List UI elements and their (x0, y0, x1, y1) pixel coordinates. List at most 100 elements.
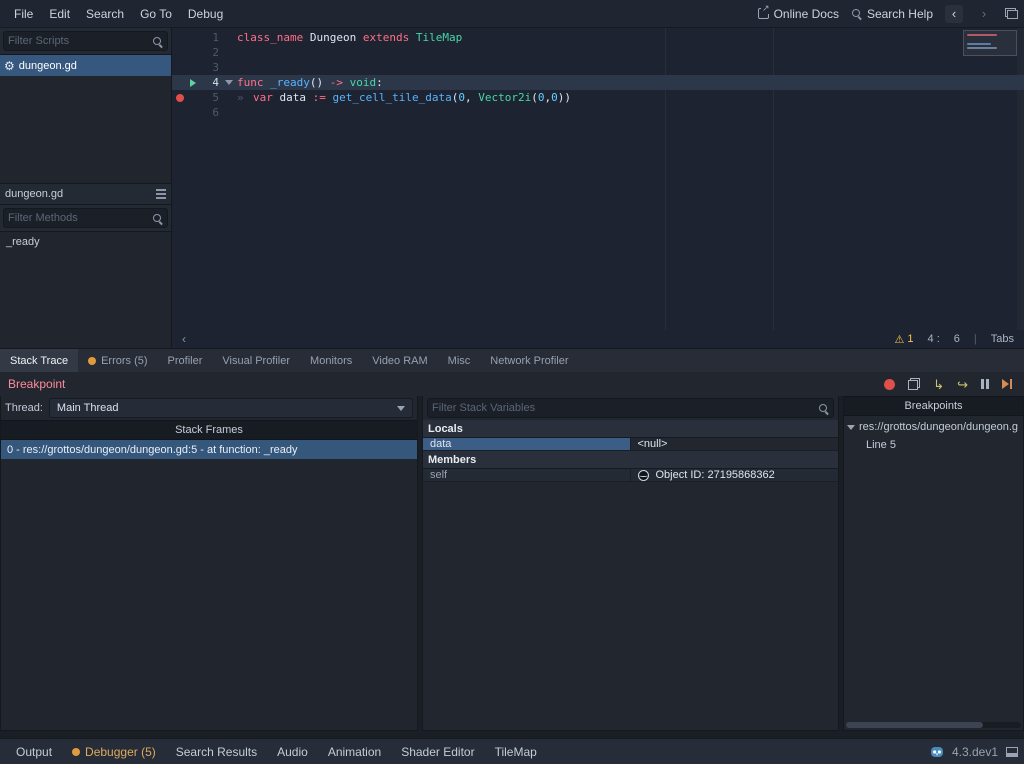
menubar-right: Online Docs Search Help ‹ › (758, 5, 1018, 23)
debugger-tab-errors-5[interactable]: Errors (5) (78, 349, 157, 372)
members-list: selfObject ID: 27195868362 (423, 469, 838, 482)
filter-variables-box (427, 398, 834, 418)
indent-mode[interactable]: Tabs (991, 333, 1014, 345)
filter-variables-row (423, 396, 838, 420)
filter-stack-variables-input[interactable] (432, 402, 816, 414)
breakpoint-file-item[interactable]: res://grottos/dungeon/dungeon.g (844, 418, 1023, 436)
editor-status-right: ⚠ 1 4 : 6 | Tabs (895, 333, 1014, 346)
code-text: class_name Dungeon extends TileMap (237, 30, 462, 45)
tab-label: Visual Profiler (222, 355, 290, 367)
debugger-tab-visual-profiler[interactable]: Visual Profiler (212, 349, 300, 372)
menu-item-go-to[interactable]: Go To (132, 4, 180, 24)
code-token: 0 (458, 91, 465, 104)
breakpoints-hscrollbar[interactable] (846, 722, 1021, 728)
statusbar-right: 4.3.dev1 (930, 745, 1018, 759)
collapse-scripts-arrow[interactable]: ‹ (182, 332, 186, 346)
bottom-panel-debugger-5[interactable]: Debugger (5) (62, 739, 166, 764)
locals-header: Locals (423, 420, 838, 438)
code-line[interactable]: 6 (172, 105, 1024, 120)
history-forward-button[interactable]: › (975, 5, 993, 23)
debugger-tab-monitors[interactable]: Monitors (300, 349, 362, 372)
locals-list: data<null> (423, 438, 838, 451)
debugger-tab-profiler[interactable]: Profiler (158, 349, 213, 372)
editor-minimap[interactable] (963, 30, 1017, 90)
scrollbar-thumb[interactable] (846, 722, 983, 728)
line-number: 1 (199, 30, 220, 45)
code-line[interactable]: 5»var data := get_cell_tile_data(0, Vect… (172, 90, 1024, 105)
menu-item-edit[interactable]: Edit (41, 4, 78, 24)
menu-item-search[interactable]: Search (78, 4, 132, 24)
continue-icon[interactable] (1002, 379, 1012, 389)
online-docs-label: Online Docs (774, 7, 839, 21)
bottom-panel-audio[interactable]: Audio (267, 739, 318, 764)
caret-col: 6 (954, 333, 960, 345)
make-floating-icon[interactable] (1005, 8, 1018, 19)
tab-label: Video RAM (372, 355, 427, 367)
code-token: )) (558, 91, 571, 104)
filter-methods-input[interactable] (8, 212, 150, 224)
bottom-panel-search-results[interactable]: Search Results (166, 739, 267, 764)
menu-item-debug[interactable]: Debug (180, 4, 231, 24)
code-token: 0 (551, 91, 558, 104)
search-help-button[interactable]: Search Help (851, 7, 933, 21)
debugger-toolbar: ↳ ↪ (884, 378, 1016, 391)
script-list[interactable]: ⚙dungeon.gd (0, 54, 171, 184)
search-icon (152, 36, 163, 47)
local-variable-row[interactable]: data<null> (423, 438, 838, 451)
expand-bottom-panel-icon[interactable] (1006, 747, 1018, 757)
thread-dropdown[interactable]: Main Thread (49, 398, 413, 418)
filter-methods-box (3, 208, 168, 228)
fold-gutter[interactable] (220, 80, 237, 85)
bottom-panel-animation[interactable]: Animation (318, 739, 391, 764)
line-number: 5 (199, 90, 220, 105)
variable-name: self (423, 469, 631, 481)
error-dot-icon (88, 357, 96, 365)
bottom-panel-shader-editor[interactable]: Shader Editor (391, 739, 484, 764)
code-token: get_cell_tile_data (333, 91, 452, 104)
history-back-button[interactable]: ‹ (945, 5, 963, 23)
pause-icon[interactable] (981, 379, 989, 389)
code-lines: 1 class_name Dungeon extends TileMap234fu… (172, 30, 1024, 120)
variable-value: Object ID: 27195868362 (631, 469, 839, 481)
variable-name[interactable]: data (423, 438, 631, 450)
copy-error-icon[interactable] (908, 378, 920, 390)
breakpoints-tree: res://grottos/dungeon/dungeon.g Line 5 (844, 416, 1023, 730)
code-line[interactable]: 4func _ready() -> void: (172, 75, 1024, 90)
stack-frame-row[interactable]: 0 - res://grottos/dungeon/dungeon.gd:5 -… (1, 440, 417, 459)
code-line[interactable]: 1 class_name Dungeon extends TileMap (172, 30, 1024, 45)
sort-methods-icon[interactable] (156, 189, 166, 191)
debugger-tab-network-profiler[interactable]: Network Profiler (480, 349, 578, 372)
step-into-icon[interactable]: ↳ (933, 378, 944, 391)
step-over-icon[interactable]: ↪ (957, 378, 968, 391)
breakpoint-line-item[interactable]: Line 5 (844, 436, 1023, 454)
skip-breakpoints-icon[interactable] (884, 379, 895, 390)
online-docs-button[interactable]: Online Docs (758, 7, 839, 21)
tree-expand-icon[interactable] (847, 425, 855, 430)
debugger-tab-video-ram[interactable]: Video RAM (362, 349, 437, 372)
script-list-item[interactable]: ⚙dungeon.gd (0, 55, 171, 76)
warning-count: 1 (907, 333, 913, 345)
method-list[interactable]: _ready (0, 231, 171, 348)
current-script-label: dungeon.gd (5, 188, 63, 200)
filter-scripts-input[interactable] (8, 35, 150, 47)
bottom-panel-tilemap[interactable]: TileMap (485, 739, 547, 764)
debugger-tab-misc[interactable]: Misc (438, 349, 481, 372)
debugger-tab-stack-trace[interactable]: Stack Trace (0, 349, 78, 372)
member-variable-row[interactable]: selfObject ID: 27195868362 (423, 469, 838, 482)
label: Animation (328, 745, 381, 759)
current-script-row[interactable]: dungeon.gd (0, 184, 171, 205)
code-editor[interactable]: 1 class_name Dungeon extends TileMap234fu… (172, 28, 1024, 348)
bottom-panel-output[interactable]: Output (6, 739, 62, 764)
breakpoint-gutter[interactable] (172, 94, 187, 102)
code-token: Dungeon (303, 31, 363, 44)
method-list-item[interactable]: _ready (0, 232, 171, 251)
code-line[interactable]: 2 (172, 45, 1024, 60)
status-divider: | (974, 333, 977, 345)
warning-counter[interactable]: ⚠ 1 (895, 333, 914, 346)
editor-status-strip: ‹ ⚠ 1 4 : 6 | Tabs (172, 330, 1024, 348)
tab-label: Misc (448, 355, 471, 367)
code-line[interactable]: 3 (172, 60, 1024, 75)
tab-indent-mark: » (237, 90, 253, 105)
menu-item-file[interactable]: File (6, 4, 41, 24)
stack-frames-list[interactable]: 0 - res://grottos/dungeon/dungeon.gd:5 -… (1, 440, 417, 730)
